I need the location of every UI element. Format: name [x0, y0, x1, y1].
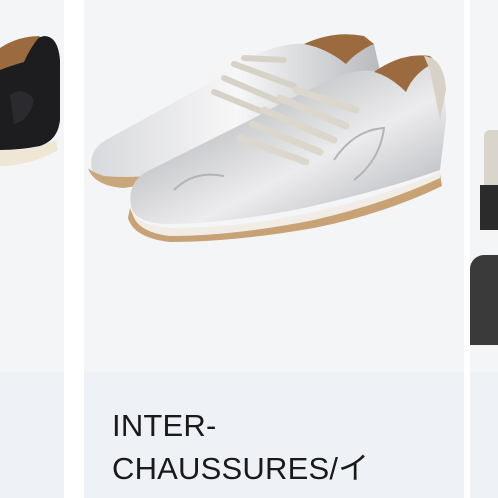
product-info-partial-right: [470, 372, 498, 498]
black-sneaker-image: [0, 36, 60, 166]
product-carousel: INTER- CHAUSSURES/イ: [0, 0, 498, 498]
product-card-black-sneaker[interactable]: [0, 0, 64, 498]
product-image-silver-sneaker[interactable]: [84, 0, 464, 372]
product-card-silver-sneaker[interactable]: INTER- CHAUSSURES/イ: [84, 0, 464, 498]
product-image-partial-right[interactable]: [470, 0, 498, 372]
product-image-black-sneaker[interactable]: [0, 0, 64, 372]
silver-sneakers-image: [88, 34, 446, 242]
product-info-black-sneaker: [0, 372, 64, 498]
product-card-partial-right[interactable]: [470, 0, 498, 498]
shoe-fragment-dark-image: [480, 185, 498, 230]
shoe-fragment-heel-image: [470, 255, 498, 345]
product-brand-name[interactable]: INTER- CHAUSSURES/イ: [112, 404, 452, 490]
